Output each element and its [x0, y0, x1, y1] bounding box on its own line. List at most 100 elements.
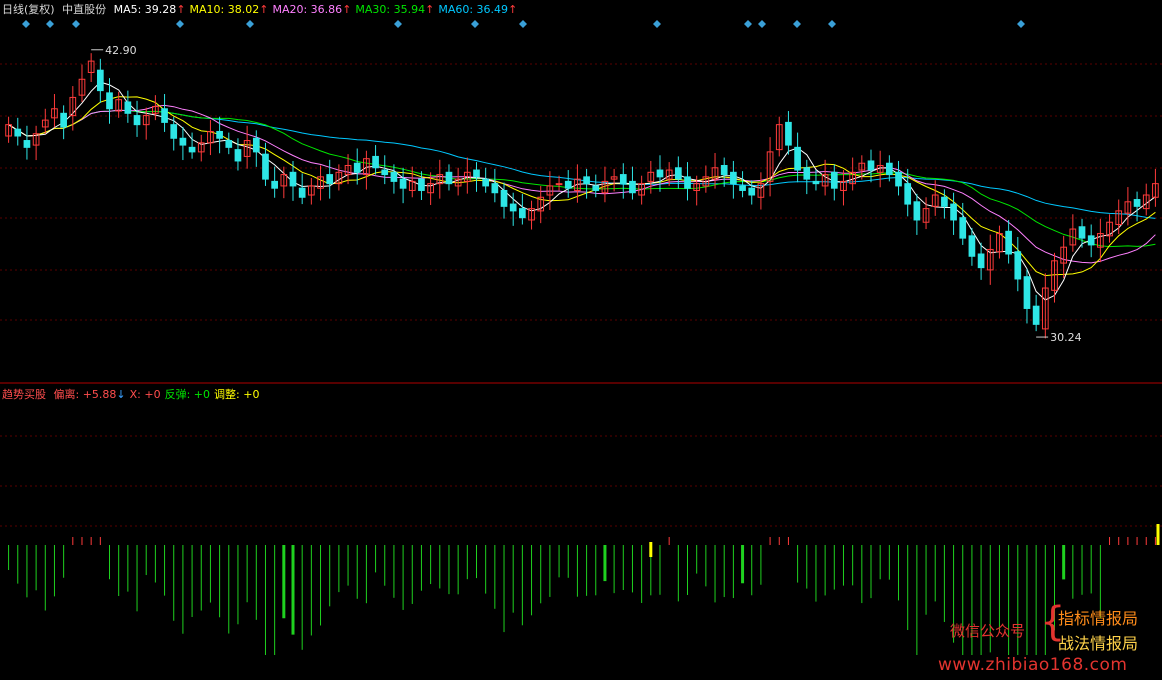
- candle-body: [500, 189, 508, 207]
- ma-legend: MA5: 39.28↑ MA10: 38.02↑ MA20: 36.86↑ MA30:…: [114, 3, 522, 16]
- candle-body: [381, 169, 389, 176]
- low-label: 30.24: [1050, 331, 1082, 344]
- signal-diamond: [394, 20, 402, 28]
- signal-diamond: [828, 20, 836, 28]
- ma-legend-item-4: MA60: 36.49↑: [438, 3, 518, 16]
- candle-body: [1014, 251, 1022, 280]
- candle-body: [1078, 226, 1086, 239]
- signal-diamond: [471, 20, 479, 28]
- candle-body: [941, 196, 948, 207]
- candle-body: [959, 217, 967, 239]
- watermark-url: www.zhibiao168.com: [938, 655, 1128, 675]
- candle-body: [583, 176, 590, 185]
- candle-body: [225, 140, 233, 148]
- ma-line-ma10: [8, 96, 1156, 277]
- candle-body: [234, 149, 242, 162]
- watermark-wechat: 微信公众号: [950, 622, 1026, 640]
- candle-body: [748, 187, 756, 196]
- candle-body: [592, 185, 600, 191]
- candle-body: [1133, 199, 1141, 207]
- candle-body: [739, 185, 746, 191]
- indicator-item-2: 反弹: +0: [164, 388, 211, 401]
- signal-diamond: [744, 20, 752, 28]
- ma-legend-item-arrow-3: ↑: [425, 3, 435, 16]
- indicator-header: 趋势买股 偏离: +5.88↓ X: +0 反弹: +0 调整: +0: [2, 388, 267, 402]
- candle-body: [509, 203, 517, 212]
- stock-name: 中直股份: [62, 3, 107, 16]
- period-label: 日线(复权): [2, 3, 55, 16]
- candle-body: [619, 174, 627, 185]
- candle-body: [830, 171, 838, 189]
- candle-body: [14, 128, 22, 137]
- candle-body: [23, 140, 31, 148]
- candle-body: [564, 180, 572, 189]
- indicator-item-arrow-0: ↓: [116, 388, 126, 401]
- signal-diamond: [519, 20, 527, 28]
- signal-diamond: [653, 20, 661, 28]
- candle-body: [794, 146, 801, 171]
- signal-diamond: [758, 20, 766, 28]
- signal-diamond: [22, 20, 30, 28]
- candle-body: [812, 180, 820, 185]
- candle-body: [390, 171, 398, 182]
- candle-body: [895, 171, 902, 187]
- candle-body: [674, 167, 682, 180]
- stock-chart: 42.90 30.24: [0, 20, 1162, 655]
- candle-body: [886, 162, 893, 176]
- candle-body: [1005, 230, 1012, 255]
- candle-body: [968, 235, 976, 257]
- candle-body: [629, 180, 636, 194]
- high-label: 42.90: [105, 44, 136, 57]
- signal-diamond: [176, 20, 184, 28]
- candle-body: [977, 253, 985, 269]
- watermark-line2: 战法情报局: [1058, 634, 1139, 653]
- signal-diamond: [46, 20, 54, 28]
- signal-diamond: [1017, 20, 1025, 28]
- candle-body: [271, 180, 278, 189]
- candle-body: [133, 115, 141, 126]
- candle-body: [803, 167, 811, 180]
- candle-body: [298, 187, 306, 198]
- ma-legend-item-1: MA10: 38.02↑: [189, 3, 269, 16]
- candle-body: [904, 183, 912, 205]
- candle-body: [730, 171, 737, 185]
- signal-diamond: [72, 20, 80, 28]
- candle-body: [289, 171, 297, 187]
- ma-legend-item-arrow-1: ↑: [259, 3, 269, 16]
- candle-body: [445, 171, 453, 185]
- candle-body: [1032, 305, 1040, 325]
- candle-body: [399, 178, 407, 189]
- candle-body: [60, 112, 67, 128]
- indicator-legend: 偏离: +5.88↓ X: +0 反弹: +0 调整: +0: [54, 388, 264, 401]
- candle-body: [188, 146, 196, 153]
- ma-legend-item-3: MA30: 35.94↑: [355, 3, 435, 16]
- candle-body: [106, 92, 113, 110]
- signal-diamond: [793, 20, 801, 28]
- candle-body: [473, 169, 480, 178]
- price-header: 日线(复权) 中直股份 MA5: 39.28↑ MA10: 38.02↑ MA20:…: [2, 3, 525, 17]
- candle-body: [418, 178, 425, 191]
- candle-body: [482, 178, 490, 187]
- candle-body: [262, 153, 269, 180]
- candle-body: [491, 183, 499, 194]
- candle-body: [170, 124, 178, 139]
- ma-legend-item-arrow-4: ↑: [508, 3, 518, 16]
- candle-body: [1087, 235, 1095, 246]
- candle-body: [372, 155, 379, 169]
- candle-body: [684, 176, 691, 189]
- ma-legend-item-2: MA20: 36.86↑: [272, 3, 352, 16]
- candle-body: [656, 169, 664, 178]
- candle-body: [950, 203, 957, 221]
- candle-body: [252, 137, 260, 153]
- candle-body: [785, 121, 792, 146]
- indicator-item-0: 偏离: +5.88↓: [53, 388, 126, 401]
- candle-body: [913, 201, 921, 221]
- candle-body: [96, 69, 104, 92]
- candle-body: [124, 101, 132, 114]
- candle-body: [519, 208, 526, 219]
- candle-body: [161, 108, 168, 123]
- ma-legend-item-arrow-0: ↑: [176, 3, 186, 16]
- indicator-item-3: 调整: +0: [214, 388, 260, 401]
- indicator-item-1: X: +0: [129, 388, 161, 401]
- candle-body: [179, 137, 187, 146]
